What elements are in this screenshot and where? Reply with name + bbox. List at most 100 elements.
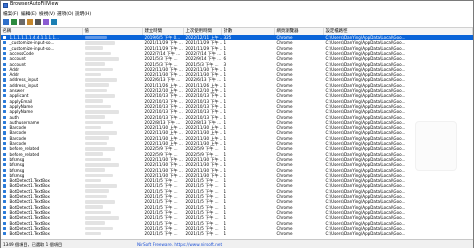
redacted-value bbox=[85, 56, 119, 61]
properties-icon[interactable] bbox=[27, 19, 33, 25]
redacted-value bbox=[85, 189, 109, 194]
autofill-entry-icon bbox=[3, 216, 7, 220]
autofill-entry-icon bbox=[3, 67, 7, 71]
redacted-value bbox=[85, 35, 107, 40]
autofill-entry-icon bbox=[3, 99, 7, 103]
column-last-used[interactable]: 上次使用時間 bbox=[184, 28, 222, 35]
copy-icon[interactable] bbox=[19, 19, 25, 25]
autofill-entry-icon bbox=[3, 232, 7, 236]
autofill-entry-icon bbox=[3, 120, 7, 124]
autofill-entry-icon bbox=[3, 200, 7, 204]
redacted-value bbox=[85, 136, 109, 141]
redacted-value bbox=[85, 162, 119, 167]
toolbar bbox=[1, 17, 473, 28]
cell-name: BotDetect1.TextBox bbox=[9, 231, 50, 237]
cell-count: 1 bbox=[223, 231, 227, 237]
autofill-entry-icon bbox=[3, 226, 7, 230]
redacted-value bbox=[85, 115, 105, 119]
autofill-entry-icon bbox=[3, 62, 7, 66]
redacted-value bbox=[85, 157, 111, 162]
cell-profile: C:\Users\DanYing\AppData\Local\Goo... bbox=[325, 231, 406, 237]
redacted-value bbox=[85, 78, 117, 82]
autofill-entry-icon bbox=[3, 195, 7, 199]
redacted-value bbox=[85, 125, 101, 130]
autofill-entry-icon bbox=[3, 126, 7, 130]
redacted-value bbox=[85, 200, 115, 204]
autofill-entry-icon bbox=[3, 142, 7, 146]
redacted-value bbox=[85, 215, 119, 220]
autofill-entry-icon bbox=[3, 46, 7, 50]
redacted-value bbox=[85, 231, 101, 236]
autofill-entry-icon bbox=[3, 57, 7, 61]
open-icon[interactable] bbox=[3, 19, 9, 25]
autofill-entry-icon bbox=[3, 173, 7, 177]
redacted-value bbox=[85, 226, 113, 231]
autofill-table: 名稱 值 建立時間 上次使用時間 計數 網頁瀏覽器 設定檔路徑 1.1.1.1.… bbox=[1, 28, 473, 239]
status-count: 1349 個項目，已選取 1 個項目 bbox=[3, 241, 63, 247]
redacted-value bbox=[85, 221, 105, 225]
redacted-value bbox=[85, 94, 115, 98]
redacted-value bbox=[85, 152, 103, 156]
redacted-value bbox=[85, 194, 107, 199]
redacted-value bbox=[85, 51, 111, 56]
autofill-entry-icon bbox=[3, 131, 7, 135]
column-browser[interactable]: 網頁瀏覽器 bbox=[275, 28, 324, 35]
status-bar: 1349 個項目，已選取 1 個項目 NirSoft Freeware. htt… bbox=[1, 239, 473, 248]
app-window: BrowserAutoFillView 檔案(F) 編輯(E) 檢視(V) 選項… bbox=[0, 0, 474, 248]
autofill-entry-icon bbox=[3, 179, 7, 183]
redacted-value bbox=[85, 99, 103, 103]
window-title: BrowserAutoFillView bbox=[10, 2, 59, 7]
autofill-entry-icon bbox=[3, 157, 7, 162]
app-icon bbox=[3, 2, 8, 8]
autofill-entry-icon bbox=[3, 152, 7, 156]
redacted-value bbox=[85, 104, 111, 109]
cell-last-used: 2021/1/5 下午 ... bbox=[185, 231, 219, 237]
save-icon[interactable] bbox=[11, 19, 17, 25]
column-value[interactable]: 值 bbox=[83, 28, 143, 35]
column-profile[interactable]: 設定檔路徑 bbox=[324, 28, 473, 35]
cell-created: 2021/1/5 下午 ... bbox=[144, 231, 178, 237]
title-bar: BrowserAutoFillView bbox=[1, 1, 473, 10]
redacted-value bbox=[85, 120, 113, 125]
redacted-value bbox=[85, 210, 111, 215]
redacted-value bbox=[85, 147, 115, 151]
redacted-value bbox=[85, 41, 115, 45]
autofill-entry-icon bbox=[3, 73, 7, 77]
autofill-entry-icon bbox=[3, 136, 7, 140]
autofill-entry-icon bbox=[3, 221, 7, 225]
menu-bar: 檔案(F) 編輯(E) 檢視(V) 選項(O) 說明(H) bbox=[1, 10, 473, 17]
nirsoft-link[interactable]: NirSoft Freeware. https://www.nirsoft.ne… bbox=[137, 242, 222, 247]
autofill-entry-icon bbox=[3, 115, 7, 119]
redacted-value bbox=[85, 184, 117, 188]
autofill-entry-icon bbox=[3, 184, 7, 188]
redacted-value bbox=[85, 83, 109, 88]
column-created[interactable]: 建立時間 bbox=[143, 28, 184, 35]
column-count[interactable]: 計數 bbox=[222, 28, 275, 35]
autofill-entry-icon bbox=[3, 168, 7, 172]
autofill-entry-icon bbox=[3, 147, 7, 151]
redacted-value bbox=[85, 168, 105, 172]
autofill-entry-icon bbox=[3, 89, 7, 93]
autofill-entry-icon bbox=[3, 41, 7, 45]
find-icon[interactable] bbox=[43, 19, 49, 25]
redacted-value bbox=[85, 46, 103, 50]
autofill-entry-icon bbox=[3, 104, 7, 109]
autofill-entry-icon bbox=[3, 110, 7, 114]
autofill-entry-icon bbox=[3, 51, 7, 56]
autofill-entry-icon bbox=[3, 189, 7, 193]
redacted-value bbox=[85, 205, 103, 209]
cell-browser: Chrome bbox=[276, 231, 293, 237]
redacted-value bbox=[85, 62, 105, 66]
autofill-entry-icon bbox=[3, 205, 7, 209]
autofill-entry-icon bbox=[3, 78, 7, 82]
autofill-entry-icon bbox=[3, 94, 7, 98]
redacted-value bbox=[85, 109, 119, 114]
redacted-value bbox=[85, 173, 113, 178]
column-name[interactable]: 名稱 bbox=[1, 28, 83, 35]
redacted-value bbox=[85, 178, 101, 183]
redacted-value bbox=[85, 72, 101, 77]
table-row[interactable]: BotDetect1.TextBox 2021/1/5 下午 ... 2021/1/… bbox=[1, 231, 473, 236]
autofill-entry-icon bbox=[3, 210, 7, 215]
refresh-icon[interactable] bbox=[35, 19, 41, 25]
about-icon[interactable] bbox=[51, 19, 57, 25]
